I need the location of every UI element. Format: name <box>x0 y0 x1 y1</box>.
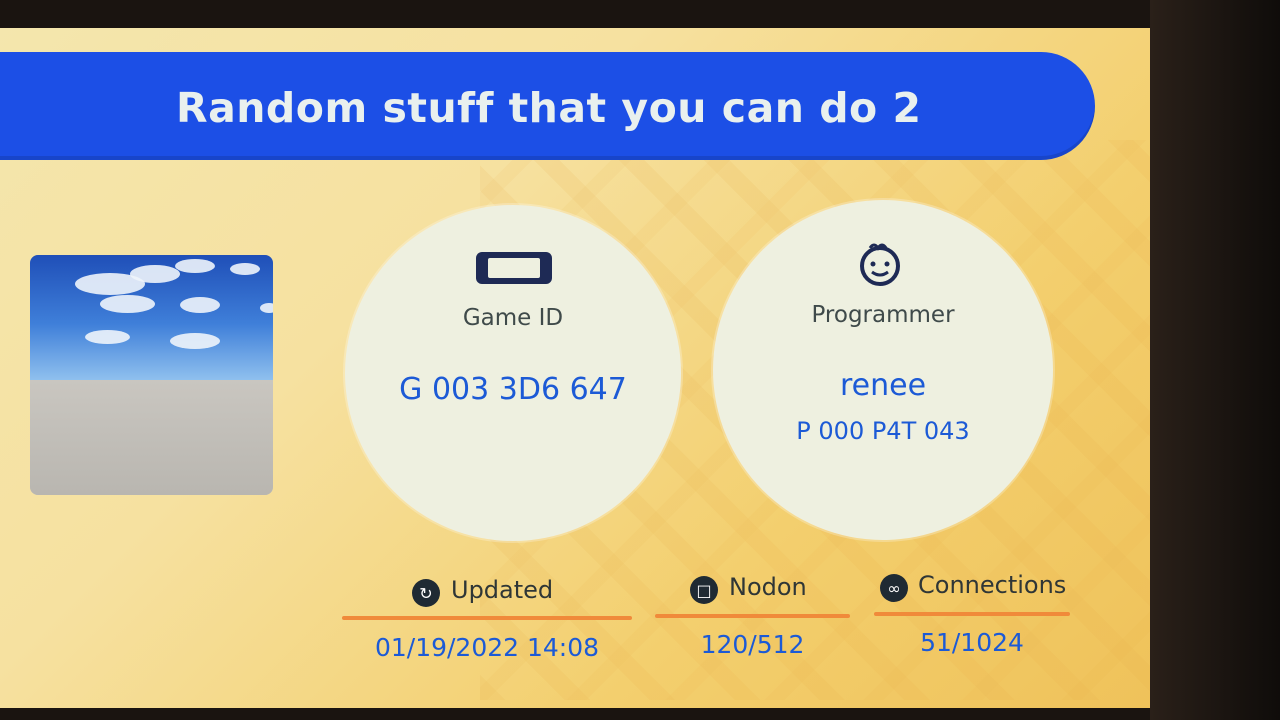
game-thumbnail <box>30 255 273 495</box>
nodon-label: Nodon <box>729 573 807 601</box>
programmer-name: renee <box>839 368 927 403</box>
game-id-label: Game ID <box>462 305 564 331</box>
connections-label: Connections <box>918 571 1067 599</box>
face-icon <box>860 243 900 286</box>
game-title: Random stuff that you can do 2 <box>176 84 922 132</box>
screen-bezel <box>1150 0 1280 720</box>
nodon-underline <box>655 614 850 618</box>
updated-value: 01/19/2022 14:08 <box>374 633 600 662</box>
nodon-value: 120/512 <box>700 630 805 659</box>
update-icon: ↻ <box>412 579 440 607</box>
console-icon <box>476 252 552 284</box>
updated-label: Updated <box>451 576 554 604</box>
connections-value: 51/1024 <box>920 628 1024 657</box>
connections-underline <box>874 612 1070 616</box>
thumbnail-ground <box>30 380 273 495</box>
connections-icon: ∞ <box>880 574 908 602</box>
programmer-label: Programmer <box>811 302 955 328</box>
programmer-id: P 000 P4T 043 <box>796 417 970 445</box>
thumbnail-sky <box>30 255 273 380</box>
nodon-icon: □ <box>690 576 718 604</box>
updated-underline <box>342 616 632 620</box>
game-id-value: G 003 3D6 647 <box>399 372 627 407</box>
